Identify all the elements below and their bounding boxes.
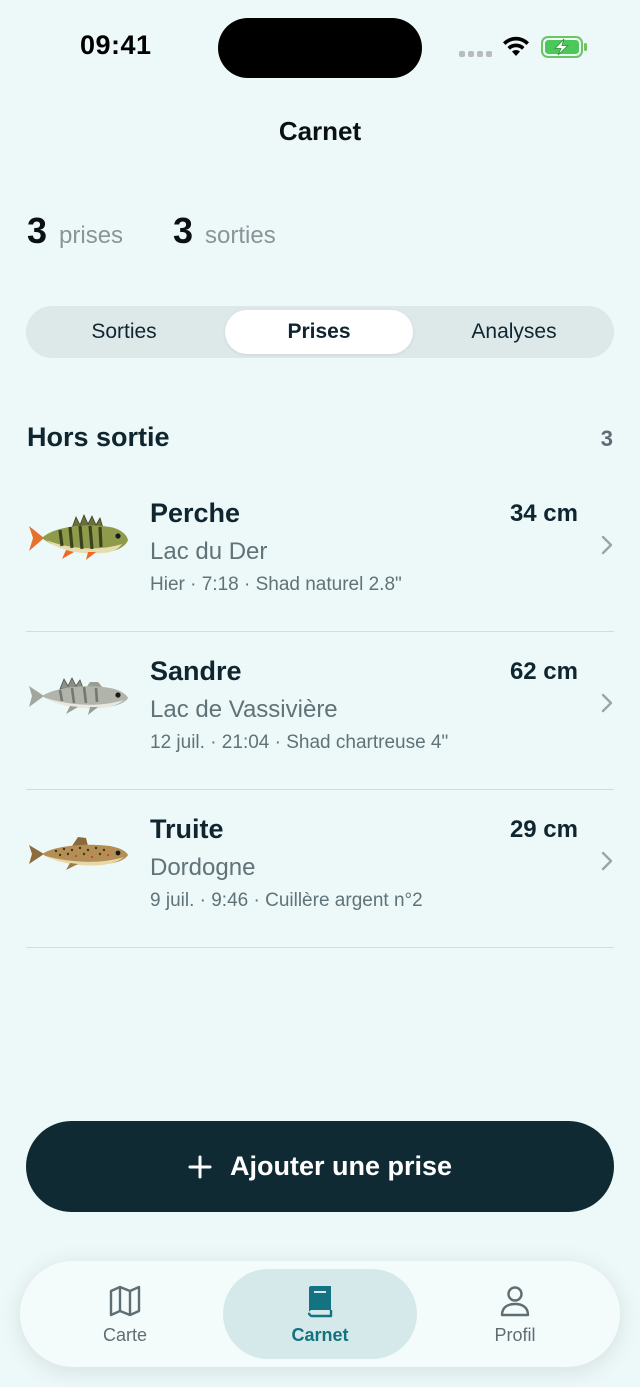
catch-meta: 12 juil. · 21:04 · Shad chartreuse 4" [150,732,449,753]
chevron-right-icon [601,851,613,871]
tab-label: Carnet [291,1324,349,1345]
section-count: 3 [600,426,613,451]
tab-bar: Carte Carnet Profil [20,1261,620,1367]
tab-label: Carte [102,1324,147,1345]
trout-fish-icon [29,837,128,870]
catch-size: 29 cm [509,816,578,843]
page-title: Carnet [278,116,362,146]
stat-outings-value: 3 [173,210,194,251]
catch-meta: Hier · 7:18 · Shad naturel 2.8" [150,574,402,595]
stat-catches: 3 prises [27,210,123,252]
catch-row-truite[interactable]: Truite 29 cm Dordogne 9 juil. · 9:46 · C… [26,790,614,948]
section-title: Hors sortie [27,422,170,452]
stat-outings-label: sorties [205,222,276,249]
add-catch-button[interactable]: Ajouter une prise [26,1121,614,1212]
tab-carnet[interactable]: Carnet [223,1269,417,1359]
tab-carte[interactable]: Carte [28,1269,222,1359]
map-icon [109,1285,141,1316]
segment-sorties[interactable]: Sorties [30,310,218,354]
segmented-control: Sorties Prises Analyses [26,306,614,358]
person-icon [500,1285,530,1316]
status-time: 09:41 [80,30,152,60]
catch-size: 34 cm [509,500,578,527]
catch-place: Lac de Vassivière [150,696,338,723]
cellular-signal-icon [459,51,492,57]
catch-meta: 9 juil. · 9:46 · Cuillère argent n°2 [150,890,423,911]
tab-profil[interactable]: Profil [418,1269,612,1359]
catch-size: 62 cm [509,658,578,685]
add-catch-label: Ajouter une prise [229,1151,453,1181]
screen: 09:41 Carnet 3 prises 3 sorties Sorties … [0,0,640,1387]
catch-place: Lac du Der [150,538,268,565]
catch-place: Dordogne [150,854,256,881]
perch-fish-icon [29,513,128,560]
zander-fish-icon [29,677,128,715]
catch-row-sandre[interactable]: Sandre 62 cm Lac de Vassivière 12 juil. … [26,632,614,790]
catch-row-perche[interactable]: Perche 34 cm Lac du Der Hier · 7:18 · Sh… [26,474,614,632]
segment-analyses[interactable]: Analyses [420,310,608,354]
chevron-right-icon [601,693,613,713]
segment-prises[interactable]: Prises [225,310,413,354]
stat-outings: 3 sorties [173,210,276,252]
stat-catches-value: 3 [27,210,48,251]
wifi-icon [503,36,529,56]
dynamic-island [218,18,422,78]
catch-species: Sandre [150,656,242,686]
plus-icon [188,1155,212,1178]
tab-label: Profil [494,1324,536,1345]
stat-catches-label: prises [59,222,124,249]
catch-species: Truite [150,814,224,844]
chevron-right-icon [601,535,613,555]
battery-charging-icon [541,36,587,58]
catch-species: Perche [150,498,241,528]
book-icon [307,1285,333,1317]
